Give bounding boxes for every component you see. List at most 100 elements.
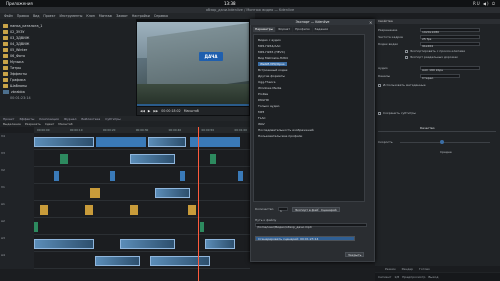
monitor-progress[interactable] — [137, 104, 249, 106]
track-header[interactable]: V3 — [0, 150, 34, 167]
bin-item[interactable]: Графика — [3, 77, 26, 82]
tree-item[interactable]: ProRes — [258, 92, 268, 96]
tab-parameters[interactable]: Параметры — [253, 27, 275, 32]
monitor-timecode[interactable]: 00:00:18:02 — [161, 109, 180, 113]
menu-capture[interactable]: Захват — [116, 14, 128, 18]
tree-item[interactable]: WAV — [258, 122, 265, 126]
monitor-zoom[interactable]: Масштаб — [184, 109, 199, 113]
track-header[interactable]: A1 — [0, 201, 34, 218]
close-button[interactable]: Закрыть — [345, 252, 365, 257]
menu-clip[interactable]: Клип — [86, 14, 94, 18]
tree-item[interactable]: Последовательность изображений — [258, 128, 314, 132]
audio-field[interactable]: AAC 160 kbps — [420, 66, 480, 72]
timeline-clip[interactable] — [34, 239, 94, 249]
quality-slider-track[interactable] — [400, 142, 490, 143]
tool-slip[interactable]: Сдвиг — [45, 122, 54, 126]
menu-help[interactable]: Справка — [154, 14, 168, 18]
bin-item[interactable]: Музыка — [3, 59, 24, 64]
tree-item[interactable]: DNxHD — [258, 98, 269, 102]
tree-item[interactable]: FLAC — [258, 116, 266, 120]
checkbox[interactable] — [378, 84, 381, 87]
output-path-field[interactable]: /home/user/Видео/обзор_дачи.mp4 — [255, 223, 367, 229]
os-menu-button[interactable]: Приложения — [6, 1, 33, 6]
timeline-clip[interactable] — [180, 171, 185, 181]
video-codec-field[interactable]: libx264 — [420, 42, 480, 48]
timeline-clip[interactable] — [188, 205, 196, 215]
bin-item[interactable]: 04_ЗДВИЖ — [3, 41, 29, 46]
timeline-clip[interactable] — [130, 154, 175, 164]
tree-item[interactable]: Другие форматы — [258, 74, 285, 78]
tab-library[interactable]: Библиотека — [81, 117, 100, 121]
status-item[interactable]: Сегмент — [378, 275, 391, 279]
menu-view[interactable]: Вид — [33, 14, 39, 18]
timeline-clip[interactable] — [200, 222, 204, 232]
timeline-clip[interactable] — [96, 137, 146, 147]
status-item[interactable]: Предпросмотр — [402, 275, 425, 279]
tab-effects[interactable]: Эффекты — [19, 117, 34, 121]
tree-item-selected[interactable]: WebM-VP9/Opus — [258, 62, 287, 66]
tree-item[interactable]: Windows Media — [258, 86, 281, 90]
menu-settings[interactable]: Настройки — [132, 14, 150, 18]
checkbox[interactable] — [378, 112, 381, 115]
forward-icon[interactable]: ▶▶ — [153, 109, 158, 113]
close-icon[interactable]: × — [369, 20, 372, 25]
bin-item[interactable]: папка_каталога_1 — [3, 23, 42, 28]
tab-history[interactable]: Журнал — [64, 117, 77, 121]
tool-razor[interactable]: Разрезать — [25, 122, 41, 126]
timeline-clip[interactable] — [90, 188, 100, 198]
timeline-clip[interactable] — [34, 222, 38, 232]
tree-item[interactable]: MP3 — [258, 110, 264, 114]
track-header[interactable]: V2 — [0, 167, 34, 184]
script-button[interactable]: Сценарий — [318, 207, 340, 212]
tab-format[interactable]: Формат — [275, 27, 293, 32]
video-preview[interactable]: ДАЧА — [137, 22, 249, 106]
count-field[interactable]: 1 — [278, 207, 288, 213]
timeline-clip[interactable] — [130, 205, 138, 215]
tree-item[interactable]: Ogg-Theora — [258, 80, 275, 84]
timeline-clip[interactable] — [34, 137, 94, 147]
track-header[interactable]: V1 — [0, 184, 34, 201]
bin-item[interactable]: Титры — [3, 65, 21, 70]
quality-slider-handle[interactable] — [440, 140, 444, 144]
tree-item[interactable]: MP4-H264/AAC — [258, 44, 281, 48]
timeline-clip[interactable] — [148, 137, 186, 147]
framerate-field[interactable]: 25 fps — [420, 35, 480, 41]
tab-profiles[interactable]: Профили — [293, 27, 312, 32]
bin-item[interactable]: zbrabba — [3, 89, 25, 94]
resolution-field[interactable]: 1920x1080 — [420, 28, 480, 34]
timeline-clip[interactable] — [155, 188, 190, 198]
timeline-clip[interactable] — [205, 239, 235, 249]
tab-jobs[interactable]: Задания — [312, 27, 330, 32]
menu-tools[interactable]: Инструменты — [60, 14, 83, 18]
tool-select[interactable]: Выделение — [3, 122, 21, 126]
channels-field[interactable]: Стерео — [420, 74, 460, 80]
bin-item[interactable]: 03_ЗДВИЖ — [3, 35, 29, 40]
checkbox[interactable] — [405, 50, 408, 53]
menu-file[interactable]: Файл — [4, 14, 13, 18]
track-header[interactable]: A4 — [0, 252, 34, 269]
render-button[interactable]: Сгенерировать сценарий: 00:01:23:14 — [255, 236, 355, 241]
timeline-playhead[interactable] — [198, 127, 199, 281]
track-header[interactable]: A3 — [0, 235, 34, 252]
tool-zoom[interactable]: Масштаб — [58, 122, 72, 126]
tab-compositions[interactable]: Композиция — [39, 117, 58, 121]
timeline-clip[interactable] — [238, 171, 243, 181]
tab-project[interactable]: Проект — [3, 117, 14, 121]
tree-item[interactable]: Пользовательские профили — [258, 134, 302, 138]
track-header[interactable]: V4 — [0, 133, 34, 150]
menu-timeline[interactable]: Монтаж — [99, 14, 112, 18]
timeline-clip[interactable] — [210, 154, 216, 164]
rewind-icon[interactable]: ◀◀ — [140, 109, 145, 113]
bin-item[interactable]: 06_Фото — [3, 53, 25, 58]
tree-item[interactable]: Видео с аудио — [258, 38, 281, 42]
tree-item[interactable]: Встроенный кодек — [258, 68, 288, 72]
timeline-clip[interactable] — [95, 256, 140, 266]
tab-subtitles[interactable]: Субтитры — [105, 117, 120, 121]
status-item[interactable]: Выход — [428, 275, 438, 279]
menu-edit[interactable]: Правка — [17, 14, 29, 18]
timeline-clip[interactable] — [85, 205, 93, 215]
timeline-clip[interactable] — [120, 239, 175, 249]
play-icon[interactable]: ▶ — [148, 109, 150, 113]
tree-item[interactable]: Вид Matroska-H264 — [258, 56, 288, 60]
timeline-clip[interactable] — [54, 171, 59, 181]
